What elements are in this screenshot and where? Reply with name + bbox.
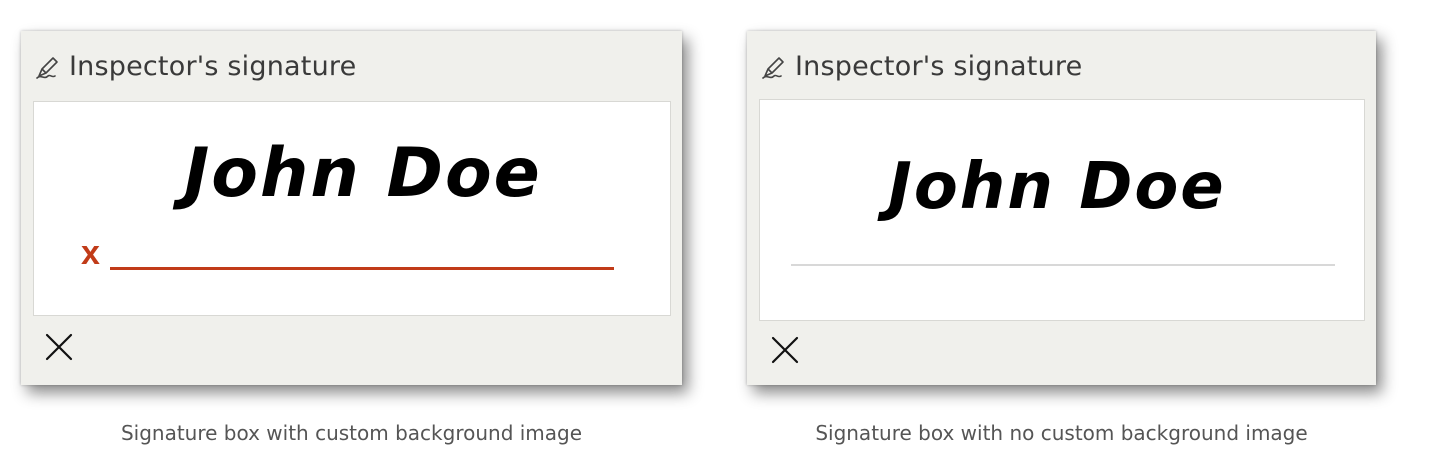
signature-line — [791, 264, 1335, 266]
question-label: Inspector's signature — [795, 51, 1083, 82]
clear-signature-button[interactable] — [769, 334, 801, 366]
signature-x-marker: x — [81, 234, 100, 272]
clear-signature-button[interactable] — [43, 331, 75, 363]
signature-pad[interactable]: John Doe x — [33, 101, 671, 316]
signature-drawing: John Doe — [184, 134, 542, 213]
signature-question-default: Inspector's signature John Doe — [747, 31, 1376, 385]
signature-line — [110, 267, 614, 270]
signature-pen-icon — [762, 56, 784, 79]
caption-default: Signature box with no custom background … — [815, 421, 1308, 445]
signature-question-custom-bg: Inspector's signature John Doe x — [21, 31, 682, 385]
question-label: Inspector's signature — [69, 51, 357, 82]
caption-custom-bg: Signature box with custom background ima… — [120, 421, 583, 445]
close-icon — [771, 336, 799, 364]
signature-drawing: John Doe — [888, 150, 1226, 224]
close-icon — [45, 333, 73, 361]
question-header: Inspector's signature — [761, 51, 1082, 82]
signature-pen-icon — [36, 56, 58, 79]
question-header: Inspector's signature — [35, 51, 356, 82]
signature-pad[interactable]: John Doe — [759, 99, 1365, 321]
